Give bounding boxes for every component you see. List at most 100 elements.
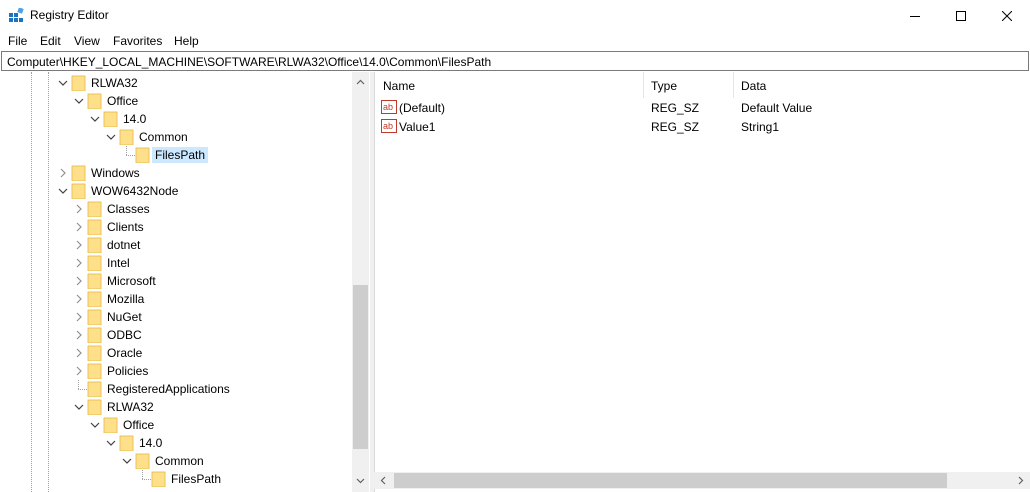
- chevron-right-icon[interactable]: [74, 294, 84, 304]
- tree-node-oracle[interactable]: Oracle: [0, 344, 350, 362]
- tree-node-label: RegisteredApplications: [107, 382, 230, 396]
- close-button[interactable]: [984, 0, 1030, 31]
- folder-icon: [87, 291, 102, 307]
- folder-icon: [135, 147, 150, 163]
- chevron-down-icon[interactable]: [106, 132, 116, 142]
- chevron-down-icon[interactable]: [58, 186, 68, 196]
- chevron-right-icon[interactable]: [58, 168, 68, 178]
- tree-node-windows[interactable]: Windows: [0, 164, 350, 182]
- folder-icon: [87, 363, 102, 379]
- column-header-name[interactable]: Name: [383, 72, 415, 98]
- tree-node-label: Intel: [107, 256, 130, 270]
- tree-node-rlwa32[interactable]: RLWA32: [0, 398, 350, 416]
- tree-node-nuget[interactable]: NuGet: [0, 308, 350, 326]
- folder-icon: [87, 201, 102, 217]
- tree-node-common[interactable]: Common: [0, 128, 350, 146]
- chevron-right-icon[interactable]: [74, 204, 84, 214]
- tree-node-filespath[interactable]: FilesPath: [0, 470, 350, 488]
- close-icon: [1002, 10, 1012, 21]
- chevron-down-icon[interactable]: [74, 96, 84, 106]
- chevron-right-icon[interactable]: [74, 330, 84, 340]
- svg-text:ab: ab: [383, 102, 393, 112]
- scroll-down-arrow-icon[interactable]: [356, 476, 365, 485]
- scroll-right-arrow-icon[interactable]: [1016, 476, 1025, 485]
- chevron-right-icon[interactable]: [74, 312, 84, 322]
- tree-node-classes[interactable]: Classes: [0, 200, 350, 218]
- key-tree: RLWA32 Office 14.0 Common FilesPath Windows WO…: [0, 72, 370, 492]
- column-header-data[interactable]: Data: [741, 72, 766, 98]
- value-type: REG_SZ: [651, 120, 700, 134]
- tree-node-odbc[interactable]: ODBC: [0, 326, 350, 344]
- tree-node-mozilla[interactable]: Mozilla: [0, 290, 350, 308]
- chevron-right-icon[interactable]: [74, 222, 84, 232]
- tree-node-office[interactable]: Office: [0, 416, 350, 434]
- chevron-down-icon[interactable]: [122, 456, 132, 466]
- chevron-right-icon[interactable]: [74, 348, 84, 358]
- menu-edit[interactable]: Edit: [40, 34, 61, 48]
- tree-node-14-0[interactable]: 14.0: [0, 110, 350, 128]
- folder-icon: [119, 435, 134, 451]
- chevron-down-icon[interactable]: [74, 402, 84, 412]
- tree-node-filespath[interactable]: FilesPath: [0, 146, 350, 164]
- chevron-right-icon[interactable]: [74, 240, 84, 250]
- value-row-default[interactable]: ab (Default) REG_SZ Default Value: [375, 98, 1015, 117]
- tree-node-label: FilesPath: [152, 147, 209, 163]
- folder-icon: [87, 381, 102, 397]
- string-value-icon: ab: [381, 119, 397, 133]
- value-type: REG_SZ: [651, 101, 700, 115]
- folder-icon: [87, 309, 102, 325]
- string-value-icon: ab: [381, 100, 397, 114]
- tree-node-clients[interactable]: Clients: [0, 218, 350, 236]
- tree-node-label: 14.0: [123, 112, 147, 126]
- tree-node-microsoft[interactable]: Microsoft: [0, 272, 350, 290]
- minimize-button[interactable]: [892, 0, 938, 31]
- value-row-value1[interactable]: ab Value1 REG_SZ String1: [375, 117, 1015, 136]
- column-header-type[interactable]: Type: [651, 72, 677, 98]
- tree-node-common[interactable]: Common: [0, 452, 350, 470]
- list-scroll-thumb[interactable]: [394, 473, 947, 488]
- tree-node-registeredapplications[interactable]: RegisteredApplications: [0, 380, 350, 398]
- tree-node-label: FilesPath: [171, 472, 222, 486]
- tree-node-14-0[interactable]: 14.0: [0, 434, 350, 452]
- tree-node-label: Microsoft: [107, 274, 156, 288]
- tree-connector-line: [126, 155, 135, 156]
- minimize-icon: [910, 15, 920, 17]
- list-horizontal-scrollbar[interactable]: [374, 472, 1030, 489]
- tree-connector-line: [142, 470, 143, 479]
- scroll-left-arrow-icon[interactable]: [379, 476, 388, 485]
- chevron-right-icon[interactable]: [74, 366, 84, 376]
- tree-connector-line: [78, 380, 79, 389]
- address-path: Computer\HKEY_LOCAL_MACHINE\SOFTWARE\RLW…: [7, 55, 492, 69]
- menu-favorites[interactable]: Favorites: [113, 34, 162, 48]
- scroll-up-arrow-icon[interactable]: [356, 78, 365, 87]
- chevron-down-icon[interactable]: [106, 438, 116, 448]
- chevron-right-icon[interactable]: [74, 276, 84, 286]
- maximize-button[interactable]: [938, 0, 984, 31]
- chevron-down-icon[interactable]: [90, 114, 100, 124]
- tree-node-policies[interactable]: Policies: [0, 362, 350, 380]
- chevron-right-icon[interactable]: [74, 258, 84, 268]
- chevron-down-icon[interactable]: [90, 420, 100, 430]
- tree-node-wow6432node[interactable]: WOW6432Node: [0, 182, 350, 200]
- address-bar[interactable]: Computer\HKEY_LOCAL_MACHINE\SOFTWARE\RLW…: [1, 51, 1029, 71]
- maximize-icon: [956, 10, 966, 21]
- tree-node-office[interactable]: Office: [0, 92, 350, 110]
- tree-scroll-thumb[interactable]: [353, 285, 368, 449]
- tree-connector-line: [142, 479, 151, 480]
- column-separator[interactable]: [733, 72, 734, 98]
- tree-vertical-scrollbar[interactable]: [352, 72, 369, 492]
- value-data: Default Value: [741, 101, 813, 115]
- chevron-down-icon[interactable]: [58, 78, 68, 88]
- folder-icon: [87, 399, 102, 415]
- folder-icon: [87, 237, 102, 253]
- menu-file[interactable]: File: [8, 34, 27, 48]
- value-data: String1: [741, 120, 780, 134]
- menu-view[interactable]: View: [74, 34, 100, 48]
- tree-node-label: Windows: [91, 166, 140, 180]
- tree-node-label: ODBC: [107, 328, 142, 342]
- menu-help[interactable]: Help: [174, 34, 199, 48]
- column-separator[interactable]: [643, 72, 644, 98]
- tree-node-intel[interactable]: Intel: [0, 254, 350, 272]
- tree-node-dotnet[interactable]: dotnet: [0, 236, 350, 254]
- tree-node-rlwa32[interactable]: RLWA32: [0, 74, 350, 92]
